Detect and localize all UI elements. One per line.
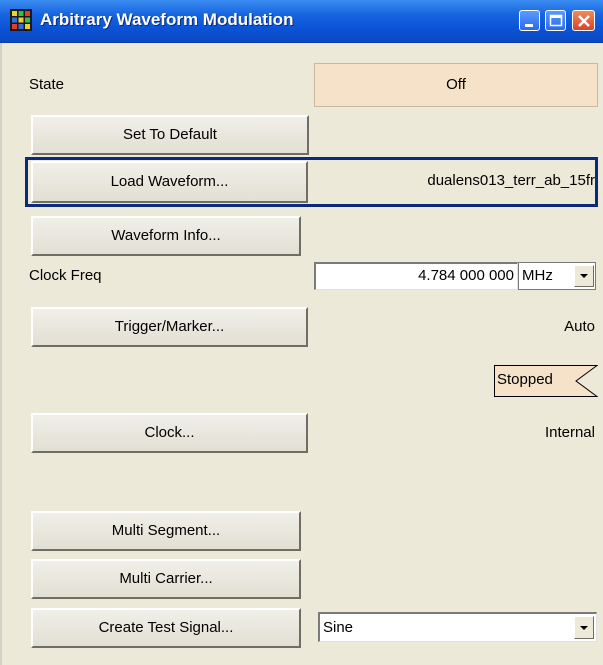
state-toggle-button[interactable]: Off [314, 63, 598, 107]
trigger-status-text: Stopped [497, 371, 553, 388]
set-to-default-button[interactable]: Set To Default [31, 115, 309, 155]
test-signal-dropdown-button[interactable] [574, 616, 594, 639]
minimize-icon [525, 24, 533, 27]
chevron-down-icon [580, 626, 588, 630]
trigger-marker-label: Trigger/Marker... [114, 318, 225, 335]
multi-segment-label: Multi Segment... [111, 522, 221, 539]
title-bar[interactable]: Arbitrary Waveform Modulation [0, 0, 603, 43]
clock-source-value: Internal [544, 424, 595, 441]
maximize-icon [549, 14, 563, 27]
trigger-status-indicator: Stopped [494, 365, 598, 397]
waveform-info-label: Waveform Info... [111, 227, 221, 244]
trigger-mode-value: Auto [564, 318, 595, 335]
close-button[interactable] [572, 10, 595, 31]
close-icon [578, 15, 590, 27]
chevron-down-icon [580, 274, 588, 278]
create-test-signal-label: Create Test Signal... [98, 619, 234, 636]
clock-freq-input[interactable]: 4.784 000 000 [314, 262, 518, 290]
minimize-button[interactable] [519, 10, 540, 31]
multi-segment-button[interactable]: Multi Segment... [31, 511, 301, 551]
waveform-file-name: dualens013_terr_ab_15fr [427, 172, 595, 189]
clock-freq-unit-select[interactable]: MHz [518, 262, 596, 290]
maximize-button[interactable] [545, 10, 566, 31]
grid-app-icon [10, 9, 32, 31]
arb-waveform-window: Arbitrary Waveform Modulation State Off … [0, 0, 603, 665]
load-waveform-button[interactable]: Load Waveform... [31, 161, 308, 203]
create-test-signal-button[interactable]: Create Test Signal... [31, 608, 301, 648]
set-to-default-label: Set To Default [123, 126, 217, 143]
waveform-info-button[interactable]: Waveform Info... [31, 216, 301, 256]
multi-carrier-label: Multi Carrier... [119, 570, 213, 587]
test-signal-select[interactable]: Sine [318, 612, 597, 642]
window-title: Arbitrary Waveform Modulation [40, 10, 294, 29]
trigger-marker-button[interactable]: Trigger/Marker... [31, 307, 308, 347]
multi-carrier-button[interactable]: Multi Carrier... [31, 559, 301, 599]
clock-label: Clock... [144, 424, 195, 441]
test-signal-value: Sine [323, 619, 354, 636]
clock-freq-unit: MHz [522, 267, 553, 284]
clock-freq-label: Clock Freq [29, 267, 102, 284]
load-waveform-label: Load Waveform... [110, 173, 229, 190]
state-label: State [29, 76, 65, 93]
unit-dropdown-button[interactable] [574, 265, 594, 287]
clock-button[interactable]: Clock... [31, 413, 308, 453]
